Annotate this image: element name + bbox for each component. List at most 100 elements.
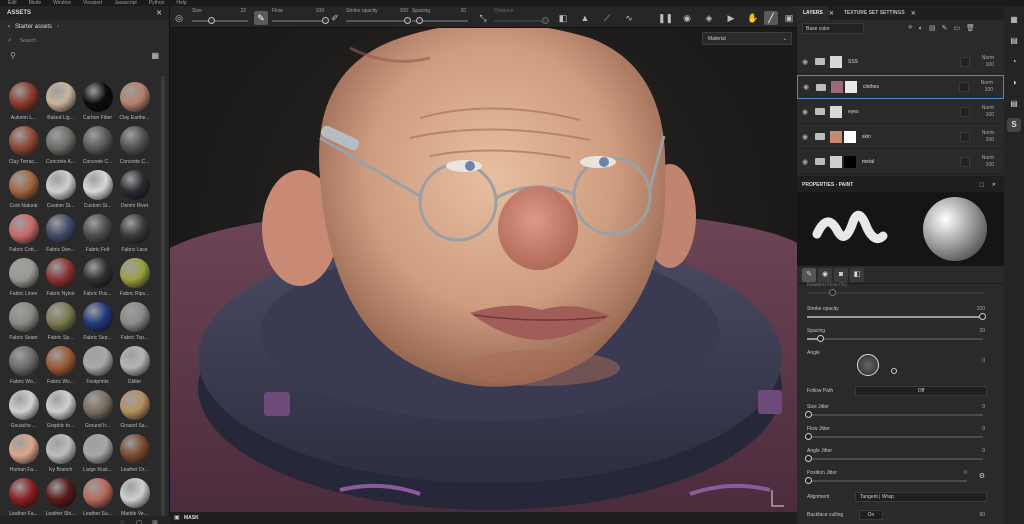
asset-item[interactable]: Fabric Linen [5,258,42,298]
flow-pressure-icon[interactable]: ✐ [328,11,342,25]
asset-item[interactable]: Footprints [79,346,116,386]
asset-item[interactable]: Custom St... [42,170,79,210]
position-jitter-slider[interactable] [805,477,967,484]
asset-item[interactable]: Ivy Branch [42,434,79,474]
add-folder-icon[interactable]: ▭ [953,24,960,32]
spacing-slider[interactable] [412,17,468,24]
close-icon[interactable]: ✕ [156,9,162,17]
asset-item[interactable]: Fabric Puc... [79,258,116,298]
shader-rail-icon[interactable]: ▤ [1007,97,1021,111]
layer-row[interactable]: ◉ metal Norm 100 [797,150,1004,174]
spacing-slider[interactable] [807,335,983,342]
asset-item[interactable]: Carbon Fiber [79,82,116,122]
alignment-select[interactable]: Tangent | Wrap [855,492,987,502]
lazy-mouse-icon[interactable]: ⤡ [476,11,490,25]
filter-icon[interactable]: ⚲ [10,51,16,60]
mask-label[interactable]: MASK [184,515,199,521]
asset-item[interactable]: Concrete C... [79,126,116,166]
mountain-icon[interactable]: ▲ [578,11,592,25]
close-icon[interactable]: ✕ [829,10,834,17]
layer-row[interactable]: ◉ SSS Norm 100 [797,50,1004,74]
camera-icon[interactable]: ◉ [680,11,694,25]
layer-row[interactable]: ◉ skin Norm 100 [797,125,1004,149]
visibility-eye-icon[interactable]: ◉ [803,83,813,91]
mask-icon[interactable]: ▣ [174,514,180,521]
asset-item[interactable]: Fabric Seam [5,302,42,342]
pause-icon[interactable]: ❚❚ [658,11,673,25]
link-icon[interactable]: ⚙ [979,472,985,480]
asset-item[interactable]: Fabric Cott... [5,214,42,254]
asset-item[interactable]: Large Rust... [79,434,116,474]
back-arrow-icon[interactable]: ‹ [8,24,10,30]
flow-slider[interactable] [272,17,329,24]
visibility-eye-icon[interactable]: ◉ [802,133,812,141]
asset-item[interactable]: Fabric Felt [79,214,116,254]
asset-item[interactable]: Leather Shi... [42,478,79,518]
layer-blend-opacity[interactable]: Norm 100 [971,80,993,94]
history-rail-icon[interactable]: ◔ [1007,55,1021,69]
size-jitter-slider[interactable] [805,411,983,418]
visibility-eye-icon[interactable]: ◉ [802,58,812,66]
layer-blend-opacity[interactable]: Norm 100 [972,105,994,119]
comment-rail-icon[interactable]: ▤ [1007,34,1021,48]
asset-item[interactable]: Fabric Top... [116,302,153,342]
asset-item[interactable]: Ground Sa... [116,390,153,430]
delete-layer-icon[interactable]: 🗑 [966,24,975,32]
asset-item[interactable]: Leather Dr... [116,434,153,474]
layer-mask-thumbnail[interactable] [845,81,857,93]
search-input[interactable]: Search [20,38,36,44]
video-icon[interactable]: ▶ [724,11,738,25]
asset-item[interactable]: Fabric Sep... [79,302,116,342]
layer-blend-opacity[interactable]: Norm 100 [972,55,994,69]
stroke-opacity-slider[interactable] [346,17,411,24]
distance-slider[interactable] [494,17,549,24]
layer-blend-opacity[interactable]: Norm 100 [972,130,994,144]
layer-row[interactable]: ◉ eyes Norm 100 [797,100,1004,124]
assets-scrollbar[interactable] [161,76,165,516]
stencil-tab-icon[interactable]: ◧ [850,267,864,282]
material-tab-icon[interactable]: ◉ [818,267,832,282]
layer-blend-opacity[interactable]: Norm 100 [972,155,994,169]
chevron-right-icon[interactable]: › [57,24,59,30]
display-settings-rail-icon[interactable]: ◑ [1007,76,1021,90]
angle-knob[interactable] [891,368,897,374]
asset-item[interactable]: Leather Fa... [5,478,42,518]
asset-item[interactable]: Ground Ir... [79,390,116,430]
asset-item[interactable]: Fabric Sp... [42,302,79,342]
visibility-eye-icon[interactable]: ◉ [802,158,812,166]
asset-item[interactable]: Marble Ve... [116,478,153,518]
delete-icon[interactable]: ⊠ [152,519,158,524]
asset-item[interactable]: Concrete A... [42,126,79,166]
asset-item[interactable]: Fabric Lace [116,214,153,254]
wave-icon[interactable]: ∿ [622,11,636,25]
asset-item[interactable]: Human Fa... [5,434,42,474]
asset-item[interactable]: Graphic to... [42,390,79,430]
layers-rail-icon[interactable]: ▦ [1007,13,1021,27]
size-slider[interactable] [192,17,248,24]
line-icon[interactable]: ⟋ [600,11,614,25]
brush-tab-icon[interactable]: ✎ [802,267,816,282]
asset-item[interactable]: Clay Terrac... [5,126,42,166]
close-icon[interactable]: ✕ [992,178,996,192]
asset-item[interactable]: Fabric Nylon [42,258,79,298]
add-paint-layer-icon[interactable]: ✎ [942,24,948,32]
cube-icon[interactable]: ◈ [702,11,716,25]
duplicate-icon[interactable]: ▢ [136,519,143,524]
grid-view-icon[interactable]: ▦ [151,51,159,60]
angle-jitter-slider[interactable] [805,455,983,462]
backface-culling-toggle[interactable]: On [859,510,883,520]
angle-dial[interactable] [857,354,879,376]
layer-mask-thumbnail[interactable] [844,155,856,168]
brush-settings-icon[interactable]: ◎ [172,11,186,25]
asset-item[interactable]: Denim Rivet [116,170,153,210]
close-icon[interactable]: ✕ [911,10,916,17]
asset-item[interactable]: Fabric Rips... [116,258,153,298]
visibility-eye-icon[interactable]: ◉ [802,108,812,116]
assets-search-bar[interactable]: ⌕ Search [0,34,169,48]
add-mask-icon[interactable]: ◐ [919,25,923,32]
substance-rail-icon[interactable]: S [1007,118,1021,132]
3d-viewport[interactable]: Material ⌄ [170,28,797,512]
asset-item[interactable]: Leather Su... [79,478,116,518]
asset-item[interactable]: Custom St... [79,170,116,210]
asset-item[interactable]: Cork Natural [5,170,42,210]
